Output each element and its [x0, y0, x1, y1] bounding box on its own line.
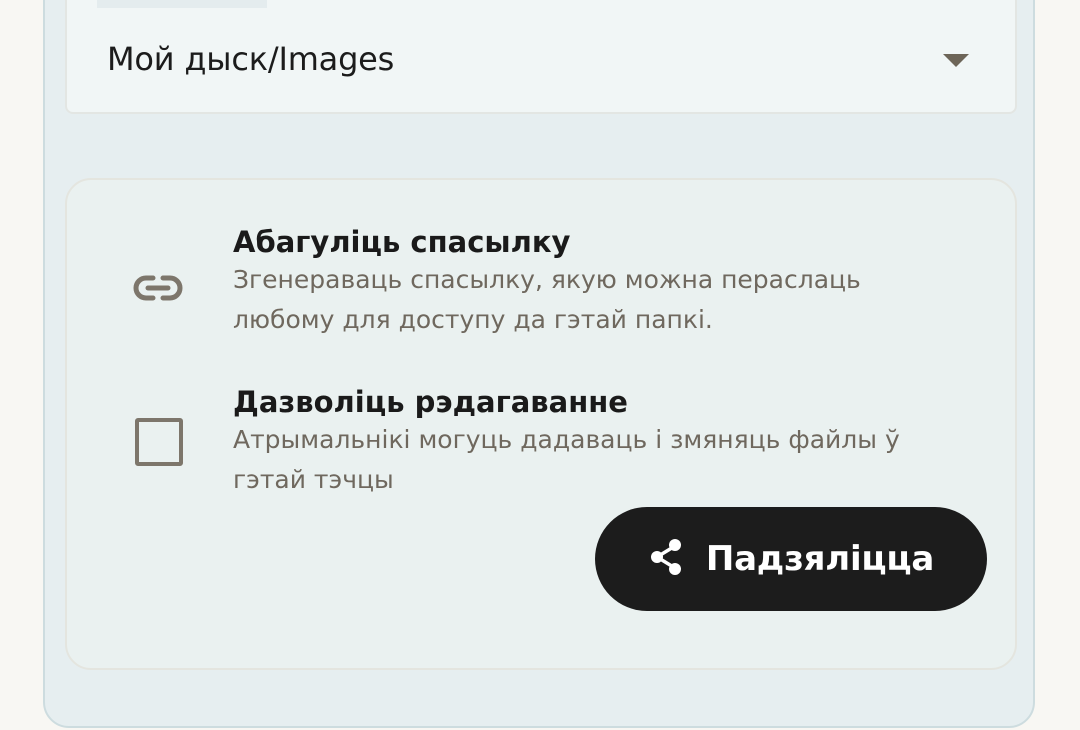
allow-edit-description-cont: гэтай тэчцы [233, 465, 394, 494]
share-icon [648, 538, 684, 580]
link-icon [133, 274, 183, 306]
folder-select-value: Мой дыск/Images [107, 40, 395, 78]
share-button[interactable]: Падзяліцца [595, 507, 987, 611]
folder-field-label [97, 0, 267, 8]
share-button-label: Падзяліцца [705, 539, 935, 579]
share-link-title: Абагуліць спасылку [233, 225, 571, 259]
share-link-description: Згенераваць спасылку, якую можна перасла… [233, 265, 861, 294]
share-link-description-cont: любому для доступу да гэтай папкі. [233, 305, 713, 334]
allow-edit-checkbox[interactable] [135, 418, 183, 466]
dropdown-arrow-icon[interactable] [943, 54, 969, 67]
share-options-panel: Абагуліць спасылку Згенераваць спасылку,… [65, 178, 1017, 670]
folder-select[interactable]: Мой дыск/Images [65, 0, 1017, 114]
share-folder-card: Мой дыск/Images Абагуліць спасылку Згене… [43, 0, 1035, 728]
allow-edit-title: Дазволіць рэдагаванне [233, 385, 628, 419]
allow-edit-description: Атрымальнікі могуць дадаваць і змяняць ф… [233, 425, 900, 454]
